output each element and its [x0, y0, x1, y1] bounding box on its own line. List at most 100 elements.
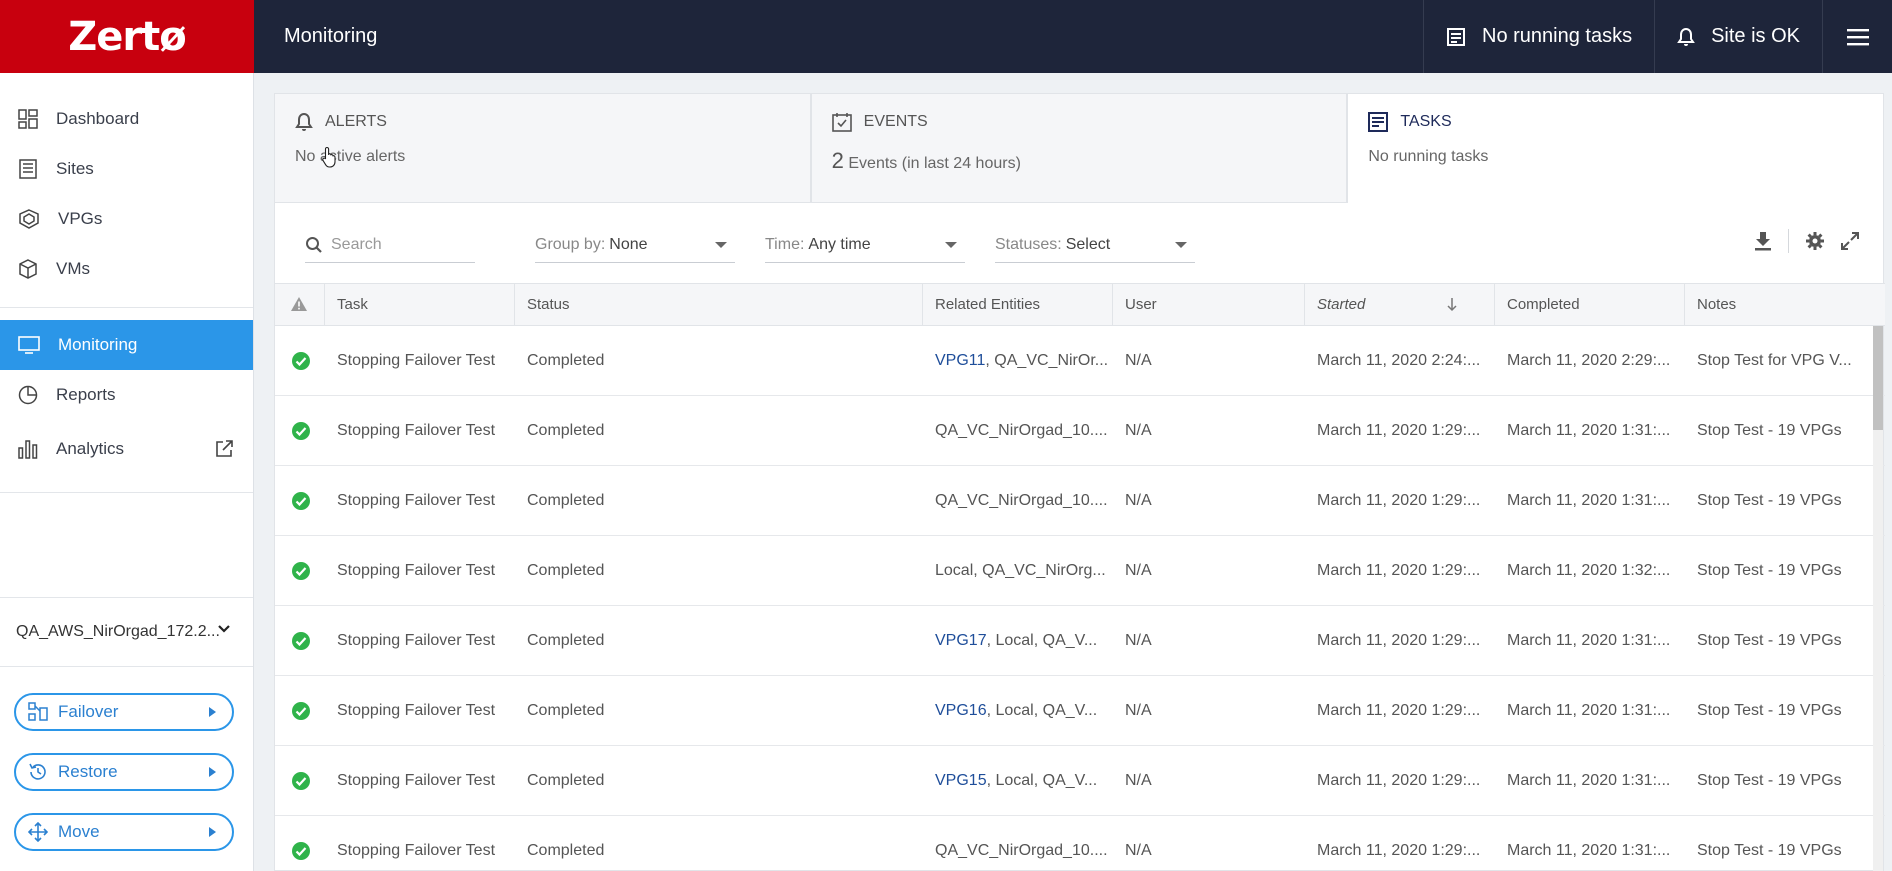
tasks-card[interactable]: TASKS No running tasks: [1347, 93, 1885, 203]
summary-cards: ALERTS No active alerts EVENTS 2 Events …: [274, 93, 1885, 203]
vpg-link[interactable]: VPG17: [935, 632, 987, 649]
column-header-related-entities[interactable]: Related Entities: [922, 284, 1112, 325]
running-tasks-indicator[interactable]: No running tasks: [1423, 0, 1654, 73]
table-row[interactable]: Stopping Failover Test Completed Local, QA…: [275, 536, 1885, 606]
sidebar-item-monitoring[interactable]: Monitoring: [0, 320, 253, 370]
download-icon[interactable]: [1754, 231, 1772, 251]
table-row[interactable]: Stopping Failover Test Completed QA_VC_Nir…: [275, 816, 1885, 871]
restore-icon: [29, 763, 46, 780]
page-title: Monitoring: [284, 25, 378, 47]
table-row[interactable]: Stopping Failover Test Completed VPG11, QA…: [275, 326, 1885, 396]
cell-related-entities[interactable]: VPG16, Local, QA_V...: [922, 676, 1112, 746]
cell-status: Completed: [527, 562, 605, 579]
vpg-link[interactable]: VPG16: [935, 702, 987, 719]
analytics-icon: [18, 440, 38, 459]
check-circle-icon: [292, 352, 310, 370]
column-header-completed[interactable]: Completed: [1494, 284, 1684, 325]
search-input[interactable]: [331, 235, 471, 254]
cell-task: Stopping Failover Test: [337, 632, 496, 649]
cell-started: March 11, 2020 1:29:...: [1317, 702, 1481, 719]
restore-button[interactable]: Restore: [14, 753, 234, 791]
cell-related-entities[interactable]: QA_VC_NirOrgad_10....: [922, 816, 1112, 871]
cell-related-entities[interactable]: VPG11, QA_VC_NirOr...: [922, 326, 1112, 396]
statuses-dropdown[interactable]: Statuses: Select: [995, 227, 1195, 263]
column-header-status[interactable]: Status: [514, 284, 922, 325]
cell-notes: Stop Test - 19 VPGs: [1697, 842, 1842, 859]
failover-icon: [28, 702, 48, 721]
sidebar-item-dashboard[interactable]: Dashboard: [0, 94, 253, 144]
expand-icon[interactable]: [1841, 232, 1859, 250]
cell-started: March 11, 2020 1:29:...: [1317, 422, 1481, 439]
restore-label: Restore: [58, 762, 118, 781]
failover-button[interactable]: Failover: [14, 693, 234, 731]
check-circle-icon: [292, 562, 310, 580]
toolbar-divider: [1788, 229, 1789, 253]
sidebar-item-label: Monitoring: [58, 335, 138, 354]
alerts-text: No active alerts: [295, 148, 406, 165]
move-button[interactable]: Move: [14, 813, 234, 851]
table-row[interactable]: Stopping Failover Test Completed QA_VC_Nir…: [275, 466, 1885, 536]
check-circle-icon: [292, 422, 310, 440]
sidebar-item-vpgs[interactable]: VPGs: [0, 194, 253, 244]
play-icon: [209, 767, 216, 777]
cell-completed: March 11, 2020 2:29:...: [1507, 352, 1671, 369]
cell-task: Stopping Failover Test: [337, 422, 496, 439]
column-header-started[interactable]: Started: [1304, 284, 1494, 325]
gear-icon[interactable]: [1805, 231, 1825, 251]
sidebar-item-label: Reports: [56, 385, 116, 404]
sidebar-item-analytics[interactable]: Analytics: [0, 424, 253, 474]
site-selector[interactable]: QA_AWS_NirOrgad_172.2...: [0, 597, 253, 667]
alert-column-header[interactable]: [275, 284, 324, 325]
column-header-started-label: Started: [1317, 296, 1366, 313]
cell-started: March 11, 2020 2:24:...: [1317, 352, 1481, 369]
column-header-user[interactable]: User: [1112, 284, 1304, 325]
table-row[interactable]: Stopping Failover Test Completed VPG16, Lo…: [275, 676, 1885, 746]
check-circle-icon: [292, 842, 310, 860]
site-status-text: Site is OK: [1711, 25, 1800, 47]
scrollbar-thumb[interactable]: [1873, 326, 1883, 430]
alerts-title: ALERTS: [325, 113, 387, 130]
cell-user: N/A: [1125, 492, 1152, 509]
tasks-icon: [1447, 27, 1465, 46]
events-count: 2: [831, 148, 844, 173]
search-box[interactable]: [305, 227, 475, 263]
sidebar-item-label: Dashboard: [56, 109, 140, 128]
time-dropdown[interactable]: Time: Any time: [765, 227, 965, 263]
reports-icon: [18, 385, 38, 405]
time-label: Time:: [765, 235, 805, 253]
menu-button[interactable]: [1822, 0, 1892, 73]
sidebar-item-sites[interactable]: Sites: [0, 144, 253, 194]
site-status-indicator[interactable]: Site is OK: [1654, 0, 1822, 73]
check-circle-icon: [292, 772, 310, 790]
vpg-link[interactable]: VPG15: [935, 772, 987, 789]
monitoring-icon: [18, 336, 40, 354]
cell-related-entities[interactable]: QA_VC_NirOrgad_10....: [922, 396, 1112, 466]
events-card[interactable]: EVENTS 2 Events (in last 24 hours): [810, 93, 1348, 203]
entity-text: QA_VC_NirOrgad_10....: [935, 842, 1108, 859]
table-row[interactable]: Stopping Failover Test Completed VPG17, Lo…: [275, 606, 1885, 676]
column-header-task[interactable]: Task: [324, 284, 514, 325]
cell-task: Stopping Failover Test: [337, 772, 496, 789]
cell-related-entities[interactable]: QA_VC_NirOrgad_10....: [922, 466, 1112, 536]
play-icon: [209, 707, 216, 717]
zerto-logo[interactable]: Zertø: [0, 0, 254, 73]
cell-completed: March 11, 2020 1:31:...: [1507, 492, 1671, 509]
vpg-link[interactable]: VPG11: [935, 352, 985, 369]
sidebar-item-vms[interactable]: VMs: [0, 244, 253, 294]
cell-related-entities[interactable]: VPG15, Local, QA_V...: [922, 746, 1112, 816]
events-title: EVENTS: [863, 113, 928, 130]
entity-text: , Local, QA_V...: [986, 702, 1098, 719]
sidebar: Dashboard Sites VPGs VMs Monitoring Repo…: [0, 73, 254, 871]
cell-completed: March 11, 2020 1:31:...: [1507, 702, 1671, 719]
table-row[interactable]: Stopping Failover Test Completed QA_VC_Nir…: [275, 396, 1885, 466]
group-by-dropdown[interactable]: Group by: None: [535, 227, 735, 263]
table-row[interactable]: Stopping Failover Test Completed VPG15, Lo…: [275, 746, 1885, 816]
cell-task: Stopping Failover Test: [337, 702, 496, 719]
cell-related-entities[interactable]: Local, QA_VC_NirOrg...: [922, 536, 1112, 606]
vertical-scrollbar[interactable]: [1873, 326, 1883, 871]
sidebar-item-label: Sites: [56, 159, 94, 178]
sidebar-item-reports[interactable]: Reports: [0, 370, 253, 420]
alerts-card[interactable]: ALERTS No active alerts: [274, 93, 811, 203]
cell-related-entities[interactable]: VPG17, Local, QA_V...: [922, 606, 1112, 676]
column-header-notes[interactable]: Notes: [1684, 284, 1885, 325]
